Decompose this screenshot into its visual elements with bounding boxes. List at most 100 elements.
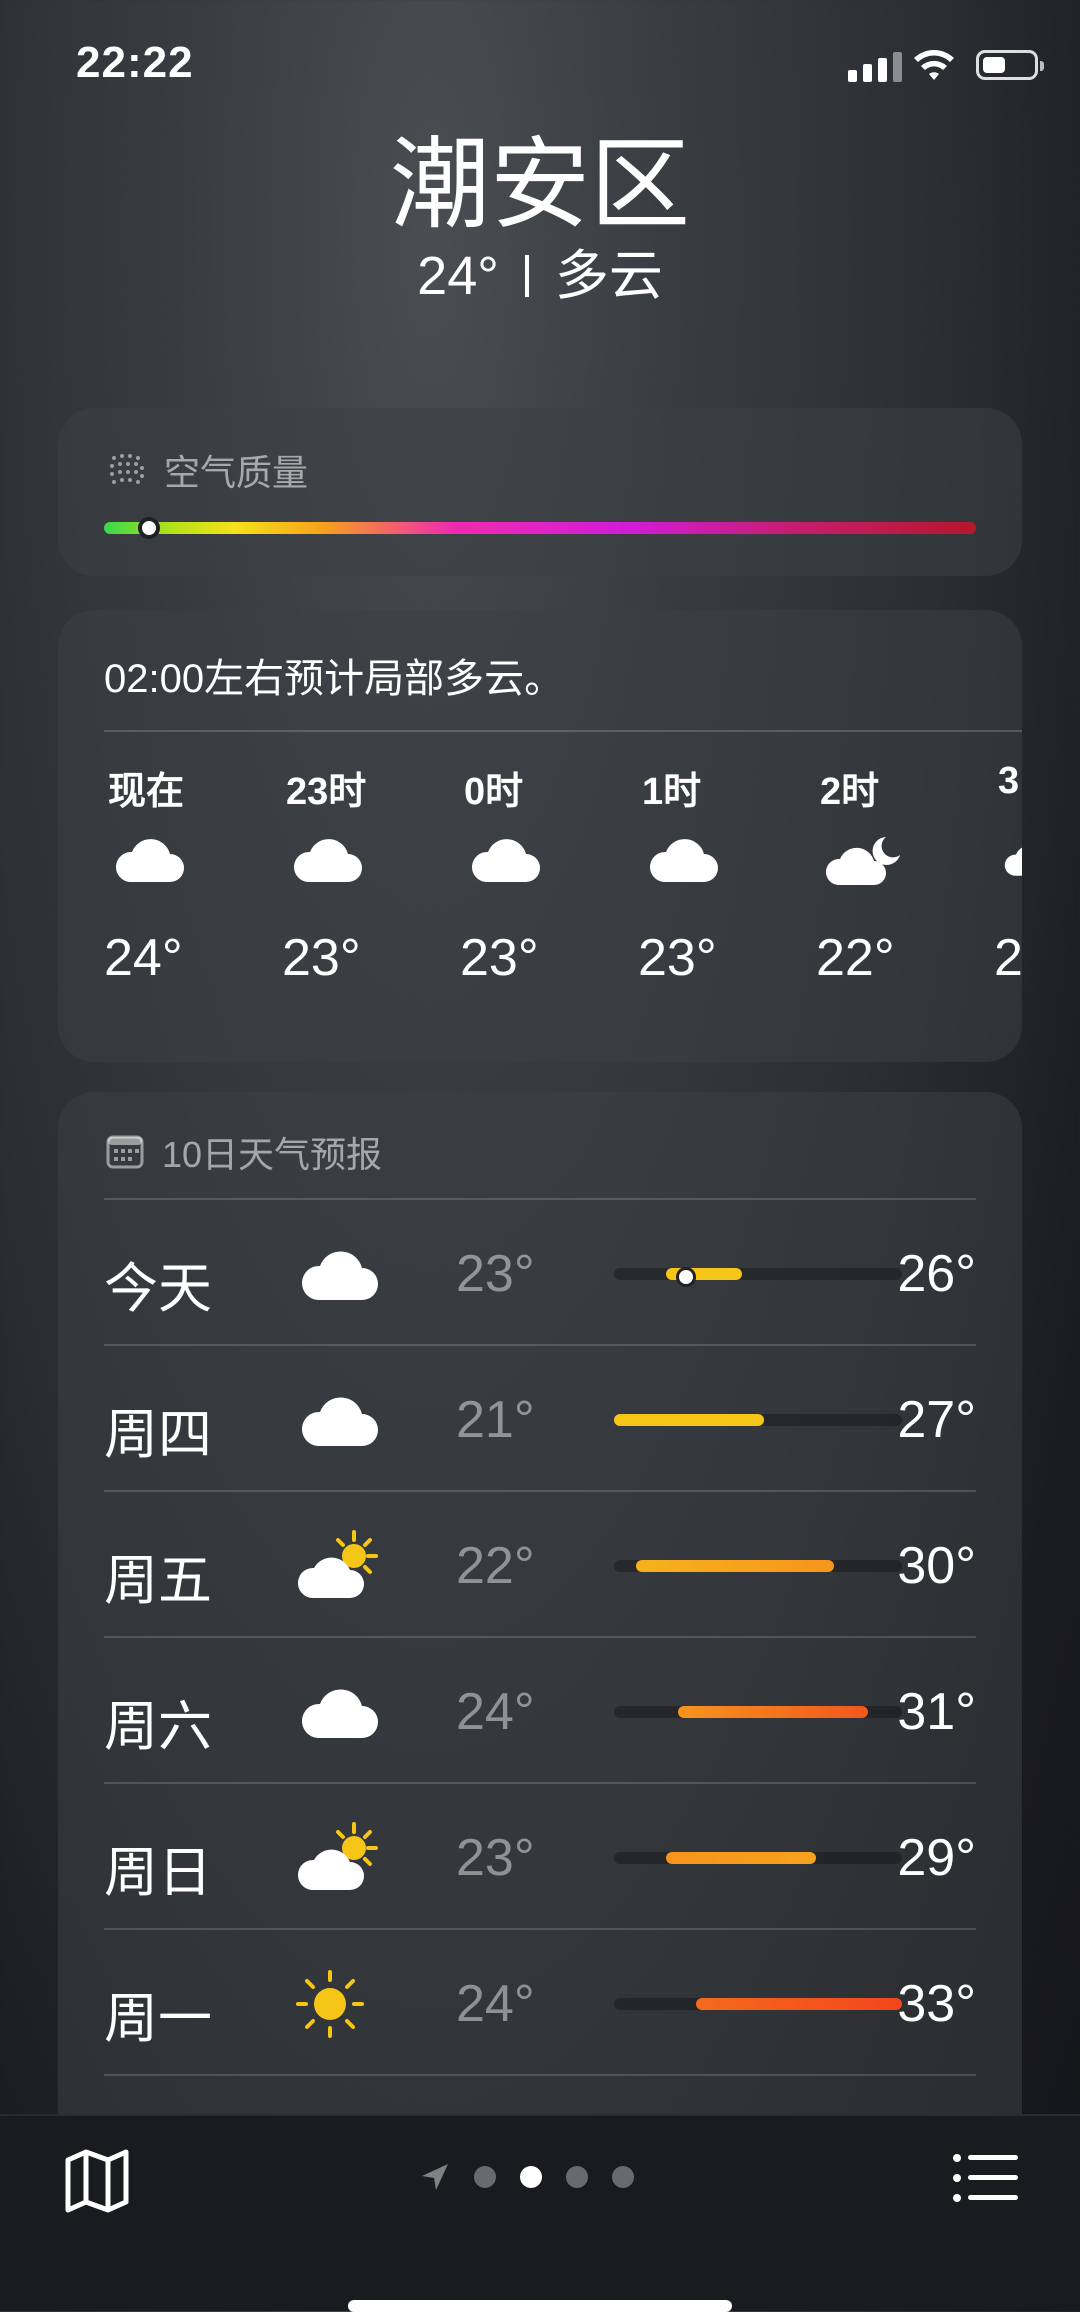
cloud-icon: [293, 839, 362, 882]
hour-label: 23时: [286, 771, 367, 813]
day-name: 周五: [104, 1551, 212, 1611]
cloud-icon: [115, 839, 184, 882]
page-indicator[interactable]: [420, 2162, 634, 2192]
map-icon[interactable]: [62, 2146, 132, 2216]
hour-label: 1时: [642, 771, 702, 813]
day-row[interactable]: 周六 24° 31°: [104, 1638, 976, 1782]
hour-temp: 23°: [638, 929, 717, 987]
day-high: 30°: [897, 1537, 976, 1595]
hour-label: 2时: [820, 771, 880, 813]
hour-item: 0时 23°: [460, 760, 638, 988]
cellular-signal-icon: [848, 52, 902, 82]
hour-temp: 24°: [104, 929, 183, 987]
home-indicator[interactable]: [348, 2300, 732, 2312]
hour-temp: 22°: [816, 929, 895, 987]
day-high: 31°: [897, 1683, 976, 1741]
hour-item: 1时 23°: [638, 760, 816, 988]
day-row[interactable]: 周日 23° 29°: [104, 1784, 976, 1928]
cloud-icon: [471, 839, 540, 882]
bottom-toolbar: [0, 2114, 1080, 2312]
hour-item: 2时 22°: [816, 760, 994, 988]
hour-temp: 2: [994, 929, 1022, 987]
day-low: 22°: [456, 1537, 535, 1595]
hour-item: 3 2: [994, 760, 1022, 988]
day-low: 23°: [456, 1829, 535, 1887]
air-quality-card[interactable]: 空气质量: [58, 408, 1022, 576]
day-low: 24°: [456, 1683, 535, 1741]
current-conditions: 24° 多云: [0, 244, 1080, 308]
temp-range-bar: [696, 1998, 902, 2010]
air-quality-header: 空气质量: [106, 444, 308, 496]
hour-item: 23时 23°: [282, 760, 460, 988]
sun-icon: [296, 1970, 364, 2038]
day-high: 27°: [897, 1391, 976, 1449]
temp-range-track: [614, 1998, 902, 2010]
temp-range-bar: [636, 1560, 834, 1572]
divider: [104, 730, 1022, 732]
partly-sunny-icon: [297, 1530, 378, 1598]
cloud-icon: [301, 1397, 378, 1446]
hourly-forecast-card[interactable]: 02:00左右预计局部多云。 现在 24° 23时 23° 0时 23° 1时 …: [58, 610, 1022, 1062]
aqi-scale-bar: [104, 522, 976, 534]
day-row[interactable]: 今天 23° 26°: [104, 1200, 976, 1344]
cloud-icon: [649, 839, 718, 882]
aqi-dots-icon: [110, 454, 144, 484]
day-high: 29°: [897, 1829, 976, 1887]
cloud-icon: [301, 1251, 378, 1300]
hour-item: 现在 24°: [104, 760, 282, 988]
calendar-icon: [106, 1135, 144, 1169]
status-bar: 22:22: [0, 0, 1080, 120]
current-temp-marker: [676, 1267, 696, 1287]
day-name: 周六: [104, 1697, 212, 1757]
hour-temp: 23°: [460, 929, 539, 987]
day-row[interactable]: 周五 22° 30°: [104, 1492, 976, 1636]
day-name: 周日: [104, 1843, 212, 1903]
daily-header: 10日天气预报: [106, 1126, 382, 1178]
aqi-indicator: [138, 517, 160, 539]
daily-forecast-card[interactable]: 10日天气预报 今天 23° 26° 周四 21° 27° 周五 22° 30°…: [58, 1092, 1022, 2292]
hour-temp: 23°: [282, 929, 361, 987]
status-time: 22:22: [76, 38, 194, 87]
current-temperature: 24°: [417, 246, 499, 306]
location-arrow-icon[interactable]: [420, 2162, 450, 2192]
temp-range-track: [614, 1414, 902, 1426]
temp-range-track: [614, 1706, 902, 1718]
divider: [524, 255, 529, 297]
page-dot[interactable]: [612, 2166, 634, 2188]
temp-range-track: [614, 1852, 902, 1864]
page-dot-active[interactable]: [520, 2166, 542, 2188]
hour-label: 3: [998, 760, 1020, 802]
hourly-summary: 02:00左右预计局部多云。: [104, 657, 565, 701]
temp-range-track: [614, 1267, 902, 1287]
cloud-icon: [301, 1689, 378, 1738]
hour-label: 0时: [464, 771, 524, 813]
day-row[interactable]: 周四 21° 27°: [104, 1346, 976, 1490]
cloud-moon-icon: [825, 837, 900, 885]
partly-sunny-icon: [297, 1822, 378, 1890]
day-low: 23°: [456, 1245, 535, 1303]
day-name: 周一: [104, 1989, 212, 2049]
temp-range-bar: [678, 1706, 868, 1718]
battery-icon: [976, 50, 1044, 80]
day-name: 今天: [104, 1259, 212, 1319]
cloud-icon: [1004, 847, 1022, 876]
page-dot[interactable]: [566, 2166, 588, 2188]
day-low: 24°: [456, 1975, 535, 2033]
list-icon[interactable]: [952, 2152, 1018, 2204]
day-high: 26°: [897, 1245, 976, 1303]
current-condition: 多云: [554, 246, 663, 306]
air-quality-title: 空气质量: [164, 452, 309, 493]
location-header: 潮安区 24° 多云: [0, 130, 1080, 308]
city-name: 潮安区: [390, 129, 690, 241]
day-row[interactable]: 周一 24° 33°: [104, 1930, 976, 2074]
hourly-list[interactable]: 现在 24° 23时 23° 0时 23° 1时 23° 2时 22° 3 2: [104, 760, 1022, 988]
temp-range-bar: [666, 1852, 816, 1864]
divider: [104, 2074, 976, 2076]
day-low: 21°: [456, 1391, 535, 1449]
day-high: 33°: [897, 1975, 976, 2033]
hour-label: 现在: [108, 771, 185, 813]
temp-range-bar: [614, 1414, 764, 1426]
day-name: 周四: [104, 1405, 212, 1465]
page-dot[interactable]: [474, 2166, 496, 2188]
temp-range-track: [614, 1560, 902, 1572]
